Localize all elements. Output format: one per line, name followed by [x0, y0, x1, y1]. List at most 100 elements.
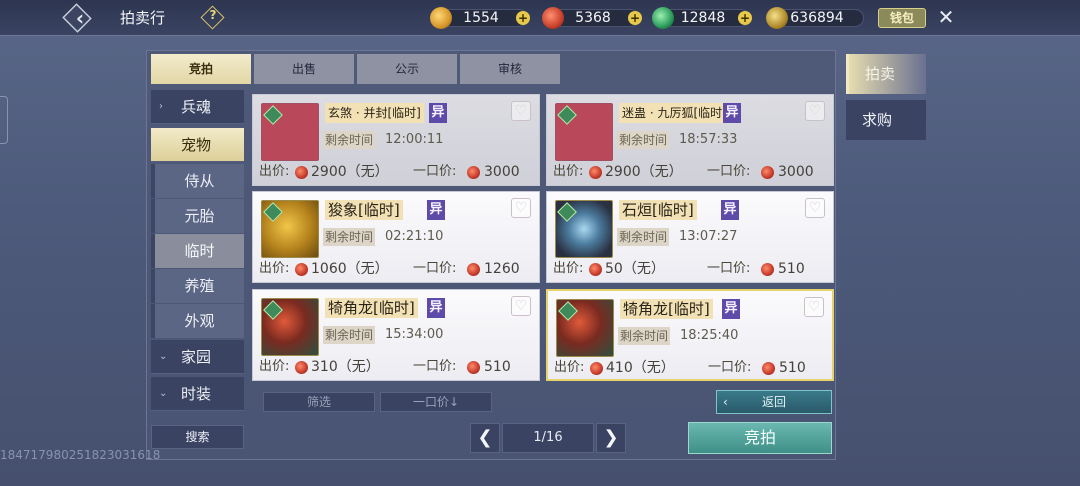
side-tab-wanted[interactable]: 求购 [846, 100, 926, 140]
remaining-time: 12:00:11 [385, 132, 444, 147]
currency-2: 5368 + [542, 7, 642, 29]
remaining-time: 18:25:40 [680, 328, 739, 343]
return-button[interactable]: ‹ 返回 [716, 390, 832, 414]
item-name: 犄角龙[临时] [620, 299, 713, 319]
back-arrow-icon[interactable]: ‹ [70, 4, 90, 32]
help-icon[interactable]: ? [207, 8, 219, 22]
tab-sell[interactable]: 出售 [254, 54, 354, 84]
red-orb-coin-icon [762, 362, 775, 375]
remaining-time: 15:34:00 [385, 327, 444, 342]
quality-badge-icon [557, 202, 577, 222]
bid-label: 出价: [554, 360, 585, 375]
bid-value: 310（无） [311, 359, 380, 375]
currency-4: 636894 [766, 7, 866, 29]
next-page-icon[interactable]: ❯ [596, 423, 626, 453]
bid-button[interactable]: 竞拍 [688, 422, 832, 454]
variant-tag: 异 [427, 200, 445, 220]
return-label: 返回 [761, 395, 786, 409]
left-edge-handle[interactable] [0, 96, 8, 144]
tab-bidding[interactable]: 竞拍 [151, 54, 251, 84]
favorite-heart-icon[interactable]: ♡ [511, 296, 531, 316]
item-name: 狻象[临时] [325, 200, 403, 220]
search-button[interactable]: 搜索 [151, 425, 244, 449]
buyout-label: 一口价: [413, 261, 457, 276]
tab-public[interactable]: 公示 [357, 54, 457, 84]
favorite-heart-icon[interactable]: ♡ [511, 101, 531, 121]
remaining-label: 剩余时间 [323, 326, 376, 344]
currency-value: 5368 [575, 10, 611, 26]
buyout-value: 510 [484, 359, 511, 375]
pet-portrait [555, 103, 613, 161]
favorite-heart-icon[interactable]: ♡ [805, 198, 825, 218]
variant-tag: 异 [722, 299, 740, 319]
chevron-down-icon: ⌄ [159, 351, 168, 362]
bid-value: 50（无） [605, 261, 665, 277]
add-currency-icon[interactable]: + [628, 11, 642, 25]
back-arrow-icon: ‹ [723, 395, 728, 409]
quality-badge-icon [557, 105, 577, 125]
chevron-right-icon: › [159, 101, 163, 112]
item-card[interactable]: 玄煞 · 并封[临时] 异 ♡ 剩余时间 12:00:11 出价: 2900（无… [252, 94, 540, 186]
buyout-label: 一口价: [707, 261, 751, 276]
bid-label: 出价: [553, 261, 584, 276]
bid-value: 2900（无） [311, 164, 389, 180]
item-card[interactable]: 犄角龙[临时] 异 ♡ 剩余时间 15:34:00 出价: 310（无） 一口价… [252, 289, 540, 381]
subcategory-embryo[interactable]: 元胎 [151, 199, 244, 233]
variant-tag: 异 [429, 103, 447, 123]
category-home[interactable]: ⌄ 家园 [151, 340, 244, 374]
tab-review[interactable]: 审核 [460, 54, 560, 84]
side-tab-auction[interactable]: 拍卖 [846, 54, 926, 94]
remaining-label: 剩余时间 [617, 228, 670, 246]
item-card[interactable]: 狻象[临时] 异 ♡ 剩余时间 02:21:10 出价: 1060（无） 一口价… [252, 191, 540, 283]
currency-value: 12848 [680, 10, 726, 26]
close-icon[interactable]: ✕ [934, 5, 958, 29]
item-card[interactable]: 迷蛊 · 九厉狐[临时] 异 ♡ 剩余时间 18:57:33 出价: 2900（… [546, 94, 834, 186]
player-id: 184717980251823031618 [0, 448, 161, 462]
favorite-heart-icon[interactable]: ♡ [805, 101, 825, 121]
bid-value: 2900（无） [605, 164, 683, 180]
subcategory-breeding[interactable]: 养殖 [151, 269, 244, 303]
prev-page-icon[interactable]: ❮ [470, 423, 500, 453]
subcategory-appearance[interactable]: 外观 [151, 304, 244, 338]
buyout-value: 3000 [778, 164, 814, 180]
bid-label: 出价: [259, 164, 290, 179]
red-orb-coin-icon [467, 361, 480, 374]
category-label: 时装 [181, 385, 212, 403]
item-name: 石烜[临时] [619, 200, 697, 220]
add-currency-icon[interactable]: + [738, 11, 752, 25]
subcategory-temporary[interactable]: 临时 [151, 234, 244, 268]
page-title: 拍卖行 [120, 9, 166, 27]
item-name: 犄角龙[临时] [325, 298, 418, 318]
remaining-label: 剩余时间 [617, 131, 670, 149]
add-currency-icon[interactable]: + [516, 11, 530, 25]
category-fashion[interactable]: ⌄ 时装 [151, 377, 244, 411]
category-label: 家园 [181, 348, 212, 366]
subcategory-attendant[interactable]: 侍从 [151, 164, 244, 198]
item-card[interactable]: 石烜[临时] 异 ♡ 剩余时间 13:07:27 出价: 50（无） 一口价: … [546, 191, 834, 283]
bid-value: 1060（无） [311, 261, 389, 277]
top-bar: ‹ 拍卖行 ? 1554 + 5368 + 12848 + 636894 钱包 … [0, 0, 1080, 36]
wallet-button[interactable]: 钱包 [878, 8, 926, 28]
favorite-heart-icon[interactable]: ♡ [511, 198, 531, 218]
red-orb-coin-icon [761, 166, 774, 179]
quality-badge-icon [558, 301, 578, 321]
red-orb-coin-icon [590, 362, 603, 375]
buyout-value: 1260 [484, 261, 520, 277]
variant-tag: 异 [427, 298, 445, 318]
buyout-label: 一口价: [708, 360, 752, 375]
favorite-heart-icon[interactable]: ♡ [804, 297, 824, 317]
category-pet[interactable]: 宠物 [151, 128, 244, 162]
pet-portrait [556, 299, 614, 357]
item-card-selected[interactable]: 犄角龙[临时] 异 ♡ 剩余时间 18:25:40 出价: 410（无） 一口价… [546, 289, 834, 381]
sort-buyout-button[interactable]: 一口价↓ [380, 392, 492, 412]
bid-label: 出价: [553, 164, 584, 179]
filter-button[interactable]: 筛选 [263, 392, 375, 412]
red-orb-coin-icon [467, 263, 480, 276]
item-name: 玄煞 · 并封[临时] [325, 103, 424, 123]
variant-tag: 异 [721, 200, 739, 220]
currency-value: 1554 [463, 10, 499, 26]
category-soul-weapon[interactable]: › 兵魂 [151, 90, 244, 124]
remaining-label: 剩余时间 [323, 228, 376, 246]
pet-portrait [261, 200, 319, 258]
buyout-label: 一口价: [413, 164, 457, 179]
